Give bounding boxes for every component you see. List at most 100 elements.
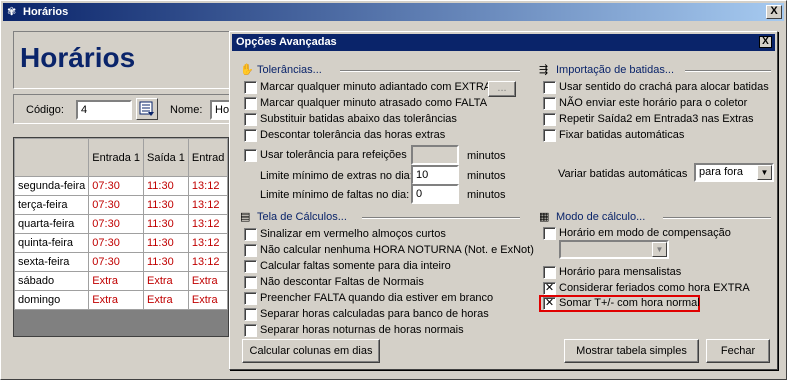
table-cell[interactable]: Extra (88, 271, 144, 291)
checkbox-box (244, 228, 257, 241)
import-icon: ⇶ (539, 64, 549, 76)
checkbox-descontar-tolerancia[interactable]: Descontar tolerância das horas extras (244, 129, 445, 144)
section-title: Tolerâncias... (257, 64, 322, 76)
section-divider (663, 217, 771, 219)
refeicoes-minutes-input[interactable] (411, 145, 459, 165)
table-cell[interactable]: 11:30 (142, 176, 189, 196)
table-cell[interactable]: 11:30 (142, 252, 189, 272)
checkbox-preencher-falta[interactable]: Preencher FALTA quando dia estiver em br… (244, 292, 493, 307)
window-title: Horários (23, 6, 69, 18)
checkbox-label: Separar horas calculadas para banco de h… (260, 308, 489, 320)
checkbox-usar-sentido-cracha[interactable]: Usar sentido do crachá para alocar batid… (543, 81, 769, 96)
mostrar-tabela-button[interactable]: Mostrar tabela simples (564, 339, 699, 363)
checkbox-box (244, 113, 257, 126)
checkbox-nao-descontar-faltas[interactable]: Não descontar Faltas de Normais (244, 276, 424, 291)
checkbox-marcar-adiantado[interactable]: Marcar qualquer minuto adiantado com EXT… (244, 81, 491, 96)
table-cell[interactable]: 07:30 (88, 176, 144, 196)
checkbox-box (543, 97, 556, 110)
page-title: Horários (20, 42, 136, 73)
nome-label: Nome: (170, 104, 203, 116)
column-header[interactable]: Saída 1 (142, 138, 189, 177)
variar-select[interactable]: para fora ▼ (694, 163, 774, 182)
checkbox-label: Calcular faltas somente para dia inteiro (260, 260, 451, 272)
checkbox-box (244, 292, 257, 305)
checkbox-box (244, 244, 257, 257)
dialog-title: Opções Avançadas (236, 36, 337, 48)
table-cell[interactable]: 07:30 (88, 252, 144, 272)
table-cell[interactable]: 11:30 (142, 214, 189, 234)
chevron-down-icon[interactable]: ▼ (757, 165, 772, 180)
table-cell[interactable]: 11:30 (142, 195, 189, 215)
ellipsis-button[interactable]: ... (488, 81, 516, 97)
advanced-options-dialog: Opções Avançadas X ✋ Tolerâncias... Marca… (229, 31, 778, 370)
checkbox-usar-tolerancia-refeicoes[interactable]: Usar tolerância para refeições (244, 149, 407, 164)
checkbox-fixar-batidas[interactable]: Fixar batidas automáticas (543, 129, 684, 144)
checkbox-box (244, 308, 257, 321)
table-cell[interactable]: 07:30 (88, 233, 144, 253)
table-row: segunda-feira 07:30 11:30 13:12 (13, 176, 229, 196)
table-cell[interactable]: Extra (142, 271, 189, 291)
checkbox-mensalistas[interactable]: Horário para mensalistas (543, 266, 681, 281)
window-titlebar: ✾ Horários (3, 3, 784, 21)
table-cell[interactable]: 13:12 (187, 195, 229, 215)
limite-extras-input[interactable]: 10 (411, 165, 459, 185)
table-cell[interactable]: Extra (88, 290, 144, 310)
table-cell[interactable]: 13:12 (187, 233, 229, 253)
section-divider (685, 70, 771, 72)
checkbox-somar-t[interactable]: ✕ Somar T+/- com hora normal (543, 297, 700, 312)
table-cell[interactable]: 07:30 (88, 195, 144, 215)
section-divider (340, 70, 520, 72)
checkbox-box (244, 129, 257, 142)
chevron-down-icon[interactable]: ▼ (652, 242, 667, 257)
table-cell[interactable]: 11:30 (142, 233, 189, 253)
checkbox-box (244, 149, 257, 162)
search-list-icon (139, 101, 154, 116)
row-header: sábado (13, 271, 90, 291)
row-header: terça-feira (13, 195, 90, 215)
minutos-label: minutos (467, 189, 506, 201)
checkbox-label: Horário para mensalistas (559, 266, 682, 278)
checkbox-label: Usar tolerância para refeições (260, 149, 407, 161)
checkbox-box (543, 129, 556, 142)
table-cell[interactable]: 13:12 (187, 214, 229, 234)
checkbox-box (543, 81, 556, 94)
checkbox-marcar-atrasado[interactable]: Marcar qualquer minuto atrasado como FAL… (244, 97, 487, 112)
row-header: domingo (13, 290, 90, 310)
checkbox-sinalizar-almocos[interactable]: Sinalizar em vermelho almoços curtos (244, 228, 446, 243)
checkbox-repetir-saida2[interactable]: Repetir Saída2 em Entrada3 nas Extras (543, 113, 753, 128)
corner-cell (13, 138, 90, 177)
screen-icon: ▤ (240, 211, 251, 223)
limite-extras-label: Limite mínimo de extras no dia: (260, 170, 413, 182)
compensacao-select[interactable]: ▼ (559, 240, 669, 259)
search-button[interactable] (136, 98, 158, 120)
column-header[interactable]: Entrada 1 (88, 138, 144, 177)
table-row: terça-feira 07:30 11:30 13:12 (13, 195, 229, 215)
limite-faltas-input[interactable]: 0 (411, 184, 459, 204)
codigo-input[interactable]: 4 (76, 100, 132, 120)
checkbox-nao-calcular-noturna[interactable]: Não calcular nenhuma HORA NOTURNA (Not. … (244, 244, 534, 259)
calcular-colunas-button[interactable]: Calcular colunas em dias (242, 339, 380, 363)
fechar-button[interactable]: Fechar (706, 339, 770, 363)
checkbox-checked-mark: ✕ (543, 297, 556, 310)
table-cell[interactable]: 07:30 (88, 214, 144, 234)
table-cell[interactable]: 13:12 (187, 176, 229, 196)
checkbox-label: Considerar feriados como hora EXTRA (559, 282, 750, 294)
checkbox-label: Marcar qualquer minuto adiantado com EXT… (260, 81, 492, 93)
checkbox-separar-noturnas[interactable]: Separar horas noturnas de horas normais (244, 324, 464, 339)
table-cell[interactable]: 13:12 (187, 252, 229, 272)
table-row: sábado Extra Extra Extra (13, 271, 229, 291)
window-close-button[interactable]: X (766, 5, 782, 19)
checkbox-substituir-batidas[interactable]: Substituir batidas abaixo das tolerância… (244, 113, 457, 128)
dialog-close-button[interactable]: X (759, 36, 772, 48)
checkbox-nao-enviar-coletor[interactable]: NÃO enviar este horário para o coletor (543, 97, 747, 112)
checkbox-separar-banco-horas[interactable]: Separar horas calculadas para banco de h… (244, 308, 489, 323)
table-cell[interactable]: Extra (142, 290, 189, 310)
checkbox-box (543, 227, 556, 240)
table-cell[interactable]: Extra (187, 290, 229, 310)
table-cell[interactable]: Extra (187, 271, 229, 291)
checkbox-label: Horário em modo de compensação (559, 227, 731, 239)
table-row: quarta-feira 07:30 11:30 13:12 (13, 214, 229, 234)
column-header[interactable]: Entrad (187, 138, 229, 177)
checkbox-calcular-faltas[interactable]: Calcular faltas somente para dia inteiro (244, 260, 451, 275)
table-row: quinta-feira 07:30 11:30 13:12 (13, 233, 229, 253)
